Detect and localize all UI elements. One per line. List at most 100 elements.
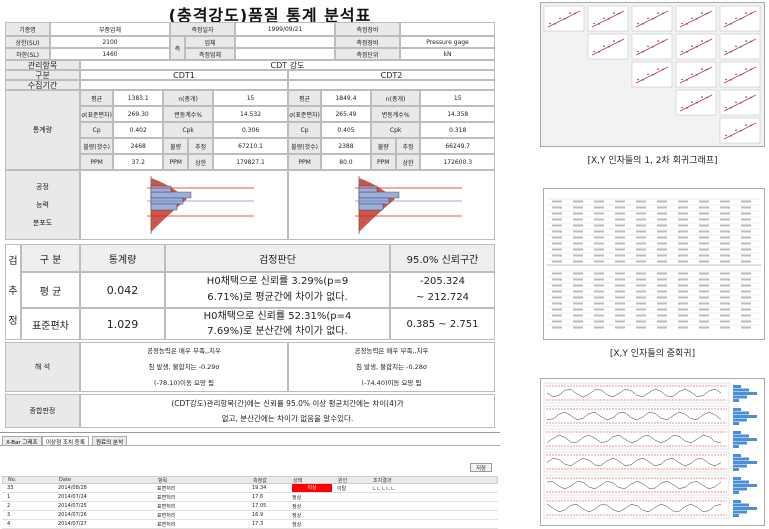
regression-subplot <box>719 61 761 88</box>
table-row[interactable]: 1 2014/07/24 표면처리 17.6 정상 <box>2 493 498 502</box>
regression-caption: [X,Y 인자들의 1, 2차 회귀그래프] <box>587 156 718 166</box>
cdt2-stat-cell: 불량(갯수) <box>288 138 322 154</box>
table-row[interactable]: 33 2014/08/28 표면처리 19.34 이상 이탈 ㄴㄴㄴㄴㄴ <box>2 484 498 493</box>
table-cell-text <box>720 200 730 203</box>
info-label: 업체 <box>185 36 235 48</box>
table-row[interactable]: 3 2014/07/26 표면처리 16.9 정상 <box>2 511 498 520</box>
cdt2-stat-cell: σ(표준편차) <box>288 106 322 122</box>
table-cell-text <box>552 272 562 275</box>
regression-subplot <box>587 33 629 60</box>
col-value: 측정값 <box>253 478 267 484</box>
table-cell-text <box>636 290 646 293</box>
table-cell-text <box>699 200 709 203</box>
cdt1-stat-cell: 0.306 <box>213 122 288 138</box>
table-cell-text <box>741 326 751 329</box>
table-cell-text <box>678 236 688 239</box>
table-cell-text <box>552 326 562 329</box>
cell-status: 정상 <box>292 495 302 501</box>
tab-xbar[interactable]: X-Bar 그래프 <box>2 436 42 446</box>
cdt1-stat-cell: 불량(갯수) <box>80 138 114 154</box>
table-cell-text <box>615 320 625 323</box>
cell-status: 이상 <box>292 484 332 492</box>
tab-raw-analysis[interactable]: 원료의 분석 <box>92 436 128 446</box>
multi-regression-table <box>547 198 761 329</box>
cell-value: 17.6 <box>252 494 264 500</box>
regression-subplot <box>719 5 761 32</box>
table-cell-text <box>552 260 562 263</box>
table-cell-text <box>552 248 562 251</box>
info-label: 측정단위 <box>335 48 400 60</box>
table-cell-text <box>615 272 625 275</box>
cdt2-distribution <box>288 170 495 240</box>
cdt1-stat-cell: 불량 <box>163 138 189 154</box>
table-cell-text <box>615 314 625 317</box>
control-charts-thumbnail <box>540 378 765 526</box>
side-histogram-bar <box>733 477 741 480</box>
cdt1-histogram <box>147 176 254 234</box>
table-cell-text <box>573 242 583 245</box>
tab-anomaly[interactable]: 이상점 조치 등록 <box>42 436 89 446</box>
side-histogram-bar <box>733 422 739 425</box>
table-cell-text <box>552 284 562 287</box>
table-cell-text <box>636 314 646 317</box>
table-cell-text <box>573 230 583 233</box>
table-cell-text <box>615 284 625 287</box>
col-action: 조치결과 <box>373 478 392 484</box>
table-cell-text <box>615 236 625 239</box>
table-cell-text <box>552 224 562 227</box>
table-cell-text <box>741 320 751 323</box>
table-cell-text <box>636 254 646 257</box>
side-histogram-bar <box>733 441 747 445</box>
cdt1-stat-cell: Cpk <box>163 122 214 138</box>
cdt1-stat-cell: Cp <box>80 122 114 138</box>
table-cell-text <box>573 236 583 239</box>
cdt1-stats: 평균 1383.1 n(총개) 15 σ(표준편차) 269.30 변동계수% 14.532 C… <box>80 90 288 170</box>
table-row[interactable]: 2 2014/07/25 표면처리 17.05 정상 <box>2 502 498 511</box>
cdt1-stat-cell: n(총개) <box>163 90 214 106</box>
regression-subplot <box>719 89 761 116</box>
table-cell-text <box>636 206 646 209</box>
table-cell-text <box>741 284 751 287</box>
cdt2-stat-cell: 80.0 <box>321 154 371 170</box>
table-cell-text <box>741 212 751 215</box>
std-ci: 0.385 ~ 2.751 <box>390 308 495 340</box>
control-chart-stack <box>543 382 757 519</box>
cdt2-histogram <box>354 176 462 234</box>
table-cell-text <box>741 296 751 299</box>
cdt2-stat-cell: PPM <box>370 154 396 170</box>
table-cell-text <box>657 254 667 257</box>
cdt1-distribution <box>80 170 288 240</box>
table-cell-text <box>636 272 646 275</box>
table-cell-text <box>699 206 709 209</box>
table-cell-text <box>636 230 646 233</box>
table-cell-text <box>741 242 751 245</box>
regression-subplot <box>675 61 717 88</box>
cdt2-stat-cell: 265.49 <box>321 106 371 122</box>
table-cell-text <box>615 290 625 293</box>
table-cell-text <box>657 296 667 299</box>
table-cell-text <box>573 314 583 317</box>
table-cell-text <box>720 218 730 221</box>
table-cell-text <box>615 254 625 257</box>
side-histogram-bar <box>733 457 749 461</box>
table-cell-text <box>594 206 604 209</box>
side-histogram-bar <box>733 434 749 438</box>
cell-value: 17.3 <box>252 521 264 527</box>
table-row[interactable]: 4 2014/07/27 표면처리 17.3 정상 <box>2 520 498 529</box>
table-cell-text <box>573 284 583 287</box>
table-cell-text <box>720 206 730 209</box>
cdt1-stat-cell: 0.402 <box>113 122 164 138</box>
table-cell-text <box>657 284 667 287</box>
cell-date: 2014/07/27 <box>58 521 87 527</box>
table-cell-text <box>594 296 604 299</box>
table-cell-text <box>594 284 604 287</box>
save-button[interactable]: 저장 <box>470 463 492 472</box>
std-row-label: 표준편차 <box>21 308 80 340</box>
table-cell-text <box>615 308 625 311</box>
cdt1-stat-cell: 269.30 <box>113 106 164 122</box>
table-cell-text <box>741 254 751 257</box>
side-histogram-bar <box>733 468 739 471</box>
info-date: 1999/09/21 <box>235 22 335 36</box>
table-cell-text <box>699 302 709 305</box>
table-cell-text <box>741 224 751 227</box>
